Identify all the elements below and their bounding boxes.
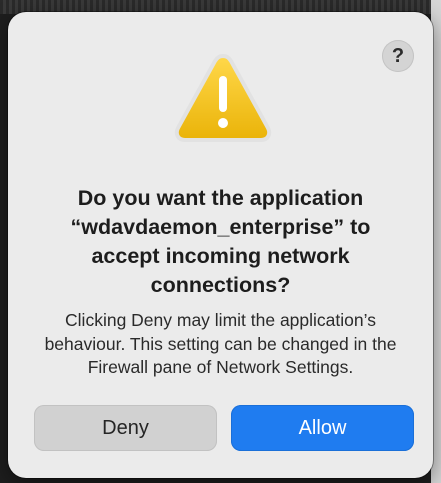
help-button[interactable]: ? — [382, 40, 414, 72]
allow-button-label: Allow — [298, 416, 347, 439]
dialog-title: Do you want the application “wdavdaemon_… — [70, 186, 371, 297]
dialog-message: Clicking Deny may limit the application’… — [44, 310, 397, 377]
firewall-alert-dialog: ? Do you want the application “wdavdaemo… — [8, 12, 433, 478]
deny-button-label: Deny — [102, 416, 149, 439]
allow-button[interactable]: Allow — [231, 405, 414, 451]
deny-button[interactable]: Deny — [34, 405, 217, 451]
help-button-label: ? — [391, 44, 405, 67]
warning-icon — [174, 54, 272, 142]
